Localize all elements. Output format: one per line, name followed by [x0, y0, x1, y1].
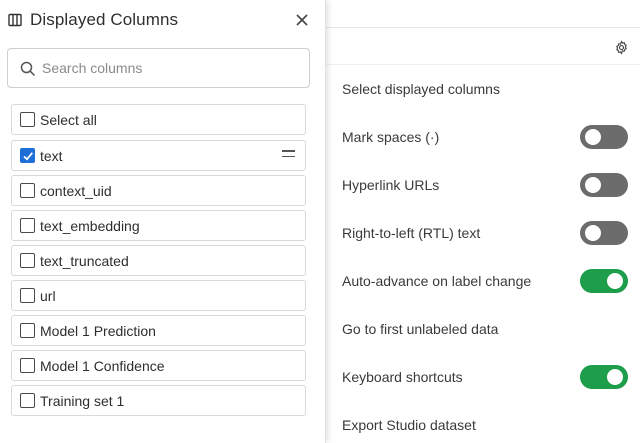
search-box[interactable]	[7, 48, 310, 88]
menu-item-label: Hyperlink URLs	[342, 177, 440, 193]
column-label: Model 1 Confidence	[40, 358, 165, 374]
select-all-checkbox[interactable]	[20, 112, 35, 127]
column-item-text-truncated[interactable]: text_truncated	[11, 245, 306, 276]
column-label: text	[40, 148, 63, 164]
column-item-context-uid[interactable]: context_uid	[11, 175, 306, 206]
column-checkbox[interactable]	[20, 148, 35, 163]
column-checkbox[interactable]	[20, 183, 35, 198]
gear-icon[interactable]	[613, 39, 629, 55]
column-checkbox[interactable]	[20, 393, 35, 408]
settings-bar	[326, 28, 640, 64]
search-input[interactable]	[42, 57, 302, 79]
select-all-item[interactable]: Select all	[11, 104, 306, 135]
menu-item-label: Keyboard shortcuts	[342, 369, 463, 385]
column-item-model-1-confidence[interactable]: Model 1 Confidence	[11, 350, 306, 381]
app-root: Select displayed columns Mark spaces (·)…	[0, 0, 640, 443]
menu-item-label: Go to first unlabeled data	[342, 321, 499, 337]
search-icon	[20, 61, 36, 77]
column-item-training-set-1[interactable]: Training set 1	[11, 385, 306, 416]
menu-item-keyboard-shortcuts[interactable]: Keyboard shortcuts	[342, 365, 628, 389]
column-item-url[interactable]: url	[11, 280, 306, 311]
menu-item-auto-advance[interactable]: Auto-advance on label change	[342, 269, 628, 293]
column-label: url	[40, 288, 56, 304]
select-all-label: Select all	[40, 112, 97, 128]
panel-header: Displayed Columns	[0, 0, 326, 40]
columns-icon	[8, 13, 22, 27]
column-label: Training set 1	[40, 393, 125, 409]
rtl-text-toggle[interactable]	[580, 221, 628, 245]
column-checkbox[interactable]	[20, 253, 35, 268]
menu-item-label: Select displayed columns	[342, 81, 500, 97]
top-bar	[326, 0, 640, 28]
column-label: text_embedding	[40, 218, 140, 234]
column-label: text_truncated	[40, 253, 129, 269]
displayed-columns-panel: Displayed Columns Select all	[0, 0, 326, 443]
settings-menu: Select displayed columns Mark spaces (·)…	[326, 64, 640, 443]
auto-advance-toggle[interactable]	[580, 269, 628, 293]
column-checkbox[interactable]	[20, 323, 35, 338]
main-area: Select displayed columns Mark spaces (·)…	[326, 0, 640, 443]
column-item-text-embedding[interactable]: text_embedding	[11, 210, 306, 241]
menu-item-mark-spaces[interactable]: Mark spaces (·)	[342, 125, 628, 149]
column-label: Model 1 Prediction	[40, 323, 156, 339]
mark-spaces-toggle[interactable]	[580, 125, 628, 149]
drag-handle-icon[interactable]	[282, 150, 296, 162]
panel-title: Displayed Columns	[30, 10, 179, 29]
column-item-model-1-prediction[interactable]: Model 1 Prediction	[11, 315, 306, 346]
keyboard-shortcuts-toggle[interactable]	[580, 365, 628, 389]
column-checkbox[interactable]	[20, 288, 35, 303]
column-checkbox[interactable]	[20, 218, 35, 233]
menu-item-label: Mark spaces (·)	[342, 129, 440, 145]
menu-item-label: Auto-advance on label change	[342, 273, 532, 289]
menu-item-select-displayed-columns[interactable]: Select displayed columns	[342, 77, 628, 101]
menu-item-rtl-text[interactable]: Right-to-left (RTL) text	[342, 221, 628, 245]
hyperlink-urls-toggle[interactable]	[580, 173, 628, 197]
menu-item-hyperlink-urls[interactable]: Hyperlink URLs	[342, 173, 628, 197]
column-label: context_uid	[40, 183, 112, 199]
column-item-text[interactable]: text	[11, 140, 306, 171]
column-checkbox[interactable]	[20, 358, 35, 373]
menu-item-label: Right-to-left (RTL) text	[342, 225, 481, 241]
close-icon[interactable]	[294, 12, 310, 28]
menu-item-first-unlabeled[interactable]: Go to first unlabeled data	[342, 317, 628, 341]
menu-item-export-dataset[interactable]: Export Studio dataset	[342, 413, 628, 437]
menu-item-label: Export Studio dataset	[342, 417, 476, 433]
